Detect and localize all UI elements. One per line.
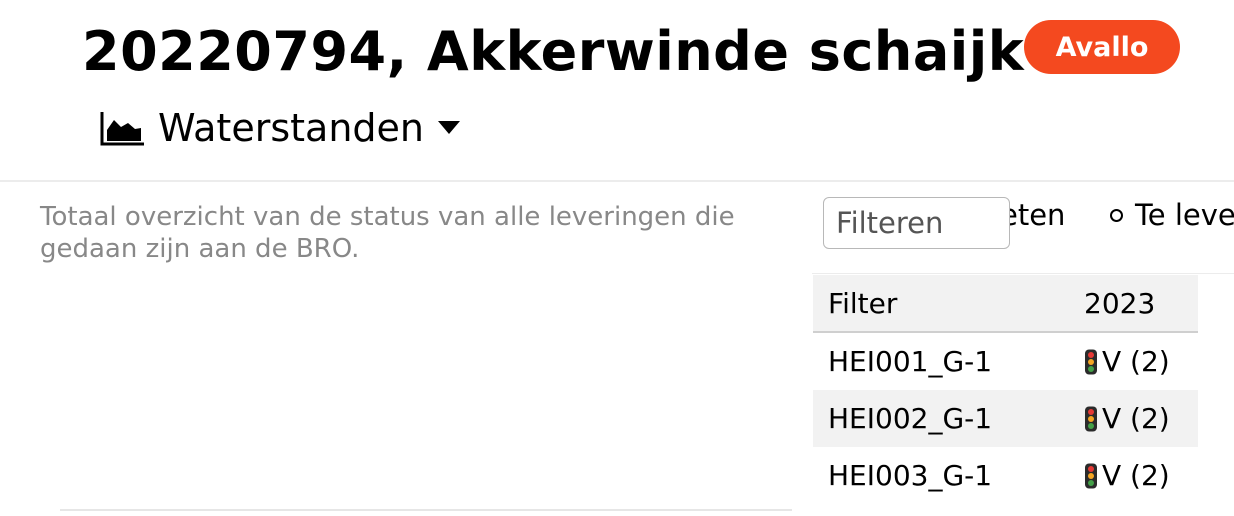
area-chart-icon [100,112,144,146]
filter-option-te-leveren[interactable]: Te leve [1110,198,1234,232]
filter-input[interactable] [823,197,1010,249]
table-header-row: Filter 2023 [813,275,1198,333]
status-badge: Avallo [1024,20,1180,74]
radio-button-icon[interactable] [1110,208,1123,222]
section-divider [60,509,792,511]
traffic-light-icon [1085,406,1097,431]
page-title: 20220794, Akkerwinde schaijk [82,20,1025,83]
status-cell[interactable]: V (2) [1084,332,1198,390]
filter-cell: HEI001_G-1 [828,345,993,378]
dataset-selector-dropdown[interactable]: Waterstanden [100,104,460,152]
page-description: Totaal overzicht van de status van alle … [40,202,735,264]
column-header-2023[interactable]: 2023 [1084,275,1198,333]
caret-down-icon [437,121,460,134]
status-cell[interactable]: V (2) [1084,447,1198,504]
dataset-selector-label: Waterstanden [158,106,424,150]
traffic-light-icon [1085,349,1097,374]
header-divider [0,180,1234,182]
table-row[interactable]: HEI001_G-1 V (2) [813,332,1198,390]
status-text: V (2) [1102,402,1170,435]
table-top-divider [812,273,1234,274]
traffic-light-icon [1085,463,1097,488]
table-row[interactable]: HEI003_G-1 V (2) [813,447,1198,504]
filter-option-2-label: Te leve [1135,198,1234,232]
column-header-filter[interactable]: Filter [813,275,1084,333]
delivery-status-table: Filter 2023 HEI001_G-1 V (2) HEI002_G-1 [813,275,1198,504]
status-cell[interactable]: V (2) [1084,390,1198,447]
table-row[interactable]: HEI002_G-1 V (2) [813,390,1198,447]
filter-cell: HEI002_G-1 [813,390,1084,447]
filter-cell: HEI003_G-1 [828,459,993,492]
status-text: V (2) [1102,459,1170,492]
status-text: V (2) [1102,345,1170,378]
